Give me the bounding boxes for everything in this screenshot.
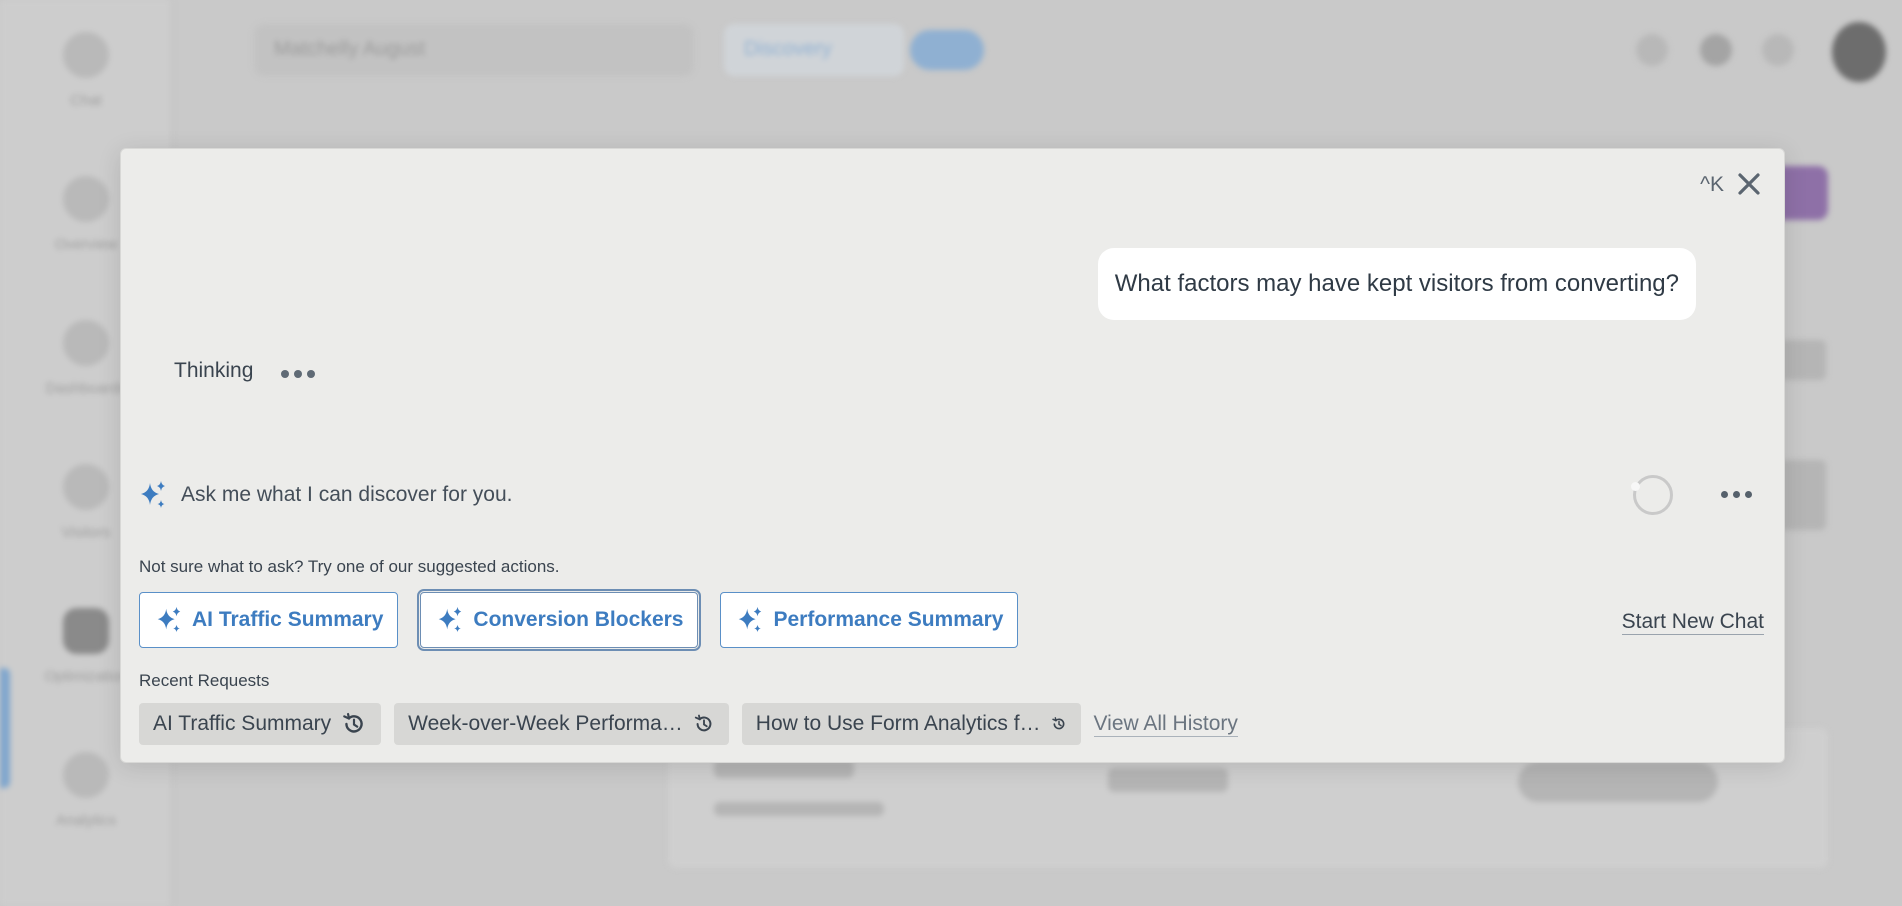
keyboard-shortcut-label: ^K <box>1700 173 1724 196</box>
suggested-actions: AI Traffic Summary Conversion Blockers P… <box>139 589 1019 651</box>
gear-icon <box>1762 34 1794 66</box>
recent-request-label: How to Use Form Analytics f… <box>755 712 1041 735</box>
close-icon <box>1738 173 1760 195</box>
recent-request-label: AI Traffic Summary <box>153 712 332 735</box>
close-button[interactable] <box>1732 167 1766 201</box>
suggestion-label: Conversion Blockers <box>473 608 684 631</box>
suggestion-ai-traffic-summary[interactable]: AI Traffic Summary <box>139 592 399 648</box>
suggestion-performance-summary[interactable]: Performance Summary <box>720 592 1019 648</box>
thinking-dots <box>281 370 316 378</box>
user-message-bubble: What factors may have kept visitors from… <box>1097 248 1696 320</box>
more-options-button[interactable] <box>1721 491 1752 498</box>
avatar <box>1832 22 1886 82</box>
suggestion-label: Performance Summary <box>773 608 1004 631</box>
sidebar-active-indicator <box>0 668 10 788</box>
ai-chat-modal: ^K What factors may have kept visitors f… <box>120 148 1785 763</box>
thinking-indicator: Thinking <box>174 359 316 383</box>
recent-requests-label: Recent Requests <box>139 671 270 690</box>
sparkle-icon <box>141 481 165 508</box>
discovery-button: Discovery <box>724 24 904 76</box>
recent-request-label: Week-over-Week Performa… <box>408 712 683 735</box>
history-icon <box>693 713 715 735</box>
recent-request-item[interactable]: Week-over-Week Performa… <box>394 703 729 745</box>
sparkle-icon <box>735 605 765 635</box>
loading-spinner <box>1631 475 1673 515</box>
sparkle-icon <box>154 605 184 635</box>
history-icon <box>1051 716 1067 732</box>
workspace-selector: Matchelly August <box>254 24 694 76</box>
sparkle-icon <box>435 605 465 635</box>
suggestion-label: AI Traffic Summary <box>192 608 384 631</box>
help-icon <box>1636 34 1668 66</box>
thinking-label: Thinking <box>174 359 254 382</box>
status-badge <box>910 30 984 70</box>
suggestion-conversion-blockers[interactable]: Conversion Blockers <box>417 589 702 651</box>
sidebar-item-analytics: Analytics <box>0 752 172 829</box>
recent-request-item[interactable]: AI Traffic Summary <box>139 703 382 745</box>
sidebar-item-chat: Chat <box>0 32 172 109</box>
suggestion-hint: Not sure what to ask? Try one of our sug… <box>139 557 560 576</box>
view-all-history-link[interactable]: View All History <box>1093 712 1238 737</box>
recent-requests: AI Traffic Summary Week-over-Week Perfor… <box>139 703 1238 745</box>
bell-icon <box>1700 34 1732 66</box>
ask-row <box>137 469 1768 521</box>
ask-input[interactable] <box>181 483 1481 507</box>
start-new-chat-link[interactable]: Start New Chat <box>1621 610 1764 635</box>
recent-request-item[interactable]: How to Use Form Analytics f… <box>741 703 1081 745</box>
history-icon <box>341 711 367 737</box>
